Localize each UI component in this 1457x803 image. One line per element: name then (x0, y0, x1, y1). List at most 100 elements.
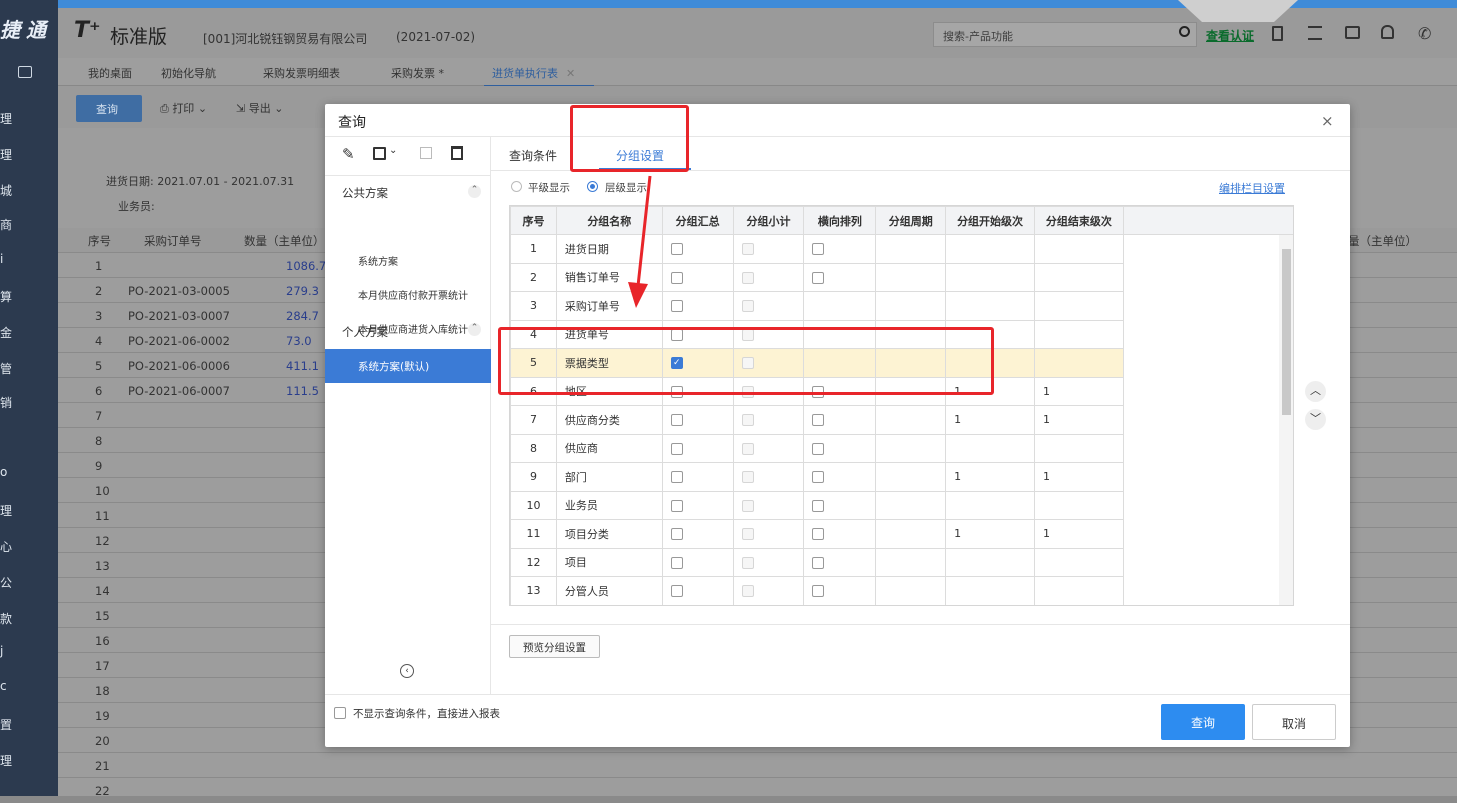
group-sum-cell[interactable] (661, 433, 734, 463)
horizontal-cell[interactable] (803, 576, 877, 605)
collapse-circle-icon[interactable]: ⌃ (468, 185, 481, 198)
tab-0[interactable]: 我的桌面 (88, 65, 132, 81)
group-end-level[interactable] (1033, 291, 1124, 321)
table-row[interactable]: 8 供应商 (510, 433, 1293, 463)
horizontal-checkbox[interactable] (812, 499, 825, 512)
close-icon[interactable]: × (1321, 112, 1334, 130)
group-sum-cell[interactable] (661, 576, 734, 605)
group-sum-checkbox[interactable] (670, 414, 683, 426)
group-start-level[interactable] (945, 547, 1035, 577)
sidebar-item[interactable]: 心 (0, 538, 12, 555)
group-end-level[interactable] (1033, 319, 1124, 349)
phone-icon[interactable]: ✆ (1418, 24, 1431, 43)
horizontal-checkbox[interactable] (812, 414, 825, 426)
trash-icon[interactable] (451, 146, 463, 160)
table-row[interactable]: 9 部门 1 1 (510, 462, 1293, 492)
group-start-level[interactable]: 1 (945, 405, 1035, 435)
group-sum-checkbox[interactable] (670, 528, 683, 540)
group-start-level[interactable] (945, 490, 1035, 520)
group-sum-cell[interactable] (661, 547, 734, 577)
horizontal-cell[interactable] (803, 519, 877, 549)
horizontal-checkbox[interactable] (812, 528, 825, 540)
plan-item[interactable]: 本月供应商付款开票统计 (358, 287, 468, 302)
close-tab-icon[interactable]: ✕ (566, 67, 575, 80)
group-sum-checkbox[interactable] (670, 471, 683, 483)
horizontal-checkbox[interactable] (812, 585, 825, 597)
group-start-level[interactable]: 1 (945, 462, 1035, 492)
group-end-level[interactable] (1033, 490, 1124, 520)
table-row[interactable]: 11 项目分类 1 1 (510, 519, 1293, 549)
table-row[interactable]: 10 业务员 (510, 490, 1293, 520)
sidebar-item[interactable]: 销 (0, 394, 12, 411)
tab-4[interactable]: 进货单执行表 ✕ (484, 65, 594, 87)
share-icon[interactable] (420, 147, 432, 159)
group-end-level[interactable] (1033, 576, 1124, 605)
group-sum-cell[interactable] (661, 519, 734, 549)
tab-query-conditions[interactable]: 查询条件 (509, 147, 557, 164)
group-sum-checkbox[interactable] (670, 243, 683, 255)
plan-item[interactable]: 系统方案 (358, 253, 398, 268)
group-start-level[interactable] (945, 291, 1035, 321)
group-sum-cell[interactable] (661, 234, 734, 264)
table-row[interactable]: 13 分管人员 (510, 576, 1293, 605)
collapse-panel-icon[interactable]: ‹ (400, 664, 414, 678)
horizontal-cell[interactable] (803, 262, 877, 292)
collapse-icon[interactable] (18, 66, 32, 78)
horizontal-checkbox[interactable] (812, 556, 825, 569)
table-row[interactable]: 21 (58, 753, 1457, 778)
group-start-level[interactable]: 1 (945, 519, 1035, 549)
sidebar-item[interactable]: 公 (0, 574, 12, 591)
edit-icon[interactable]: ✎ (342, 145, 355, 163)
horizontal-checkbox[interactable] (812, 271, 825, 284)
group-sum-cell[interactable] (661, 291, 734, 321)
sidebar-item[interactable]: j (0, 644, 3, 658)
group-sum-checkbox[interactable] (670, 499, 683, 512)
verify-link[interactable]: 查看认证 (1206, 27, 1254, 44)
collapse-circle-icon[interactable]: ⌃ (468, 323, 481, 336)
flat-radio[interactable] (511, 181, 522, 192)
search-icon[interactable] (1179, 26, 1190, 37)
horizontal-checkbox[interactable] (812, 471, 825, 483)
personal-plan-default[interactable]: 系统方案(默认) (325, 349, 491, 383)
chevron-down-icon[interactable]: ⌄ (389, 145, 397, 156)
group-sum-checkbox[interactable] (670, 300, 683, 312)
sidebar-item[interactable]: 城 (0, 182, 12, 199)
group-sum-cell[interactable] (661, 262, 734, 292)
group-end-level[interactable]: 1 (1033, 376, 1124, 406)
group-start-level[interactable] (945, 433, 1035, 463)
search-input[interactable]: 搜索-产品功能 (933, 22, 1197, 47)
group-sum-cell[interactable] (661, 405, 734, 435)
skip-checkbox[interactable] (334, 707, 346, 719)
personal-plans-header[interactable]: 个人方案 ⌃ (325, 314, 491, 344)
horizontal-cell[interactable] (803, 405, 877, 435)
horizontal-cell[interactable] (803, 490, 877, 520)
horizontal-cell[interactable] (803, 433, 877, 463)
sidebar-item[interactable]: 款 (0, 610, 12, 627)
message-icon[interactable] (1345, 26, 1360, 39)
sidebar-item[interactable]: 理 (0, 146, 12, 163)
calculator-icon[interactable] (1272, 26, 1283, 41)
export-button[interactable]: ⇲ 导出 ⌄ (236, 100, 283, 116)
horizontal-cell[interactable] (803, 291, 877, 321)
tab-1[interactable]: 初始化导航 (161, 65, 216, 81)
sidebar-item[interactable]: 理 (0, 502, 12, 519)
group-sum-cell[interactable] (661, 462, 734, 492)
table-row[interactable]: 7 供应商分类 1 1 (510, 405, 1293, 435)
group-end-level[interactable] (1033, 547, 1124, 577)
group-sum-checkbox[interactable] (670, 585, 683, 597)
todo-icon[interactable] (1308, 26, 1322, 40)
sidebar-item[interactable]: 管 (0, 360, 12, 377)
save-icon[interactable] (373, 147, 386, 160)
preview-group-button[interactable]: 预览分组设置 (509, 635, 600, 658)
sidebar-item[interactable]: 商 (0, 216, 12, 233)
horizontal-cell[interactable] (803, 234, 877, 264)
sidebar-item[interactable]: 置 (0, 716, 12, 733)
cancel-button[interactable]: 取消 (1252, 704, 1336, 740)
move-down-button[interactable]: ﹀ (1305, 409, 1326, 430)
ok-button[interactable]: 查询 (1161, 704, 1245, 740)
horizontal-checkbox[interactable] (812, 442, 825, 455)
group-end-level[interactable]: 1 (1033, 519, 1124, 549)
print-button[interactable]: ⎙ 打印 ⌄ (160, 100, 207, 116)
table-row[interactable]: 22 (58, 778, 1457, 803)
table-scrollbar[interactable] (1279, 235, 1293, 605)
